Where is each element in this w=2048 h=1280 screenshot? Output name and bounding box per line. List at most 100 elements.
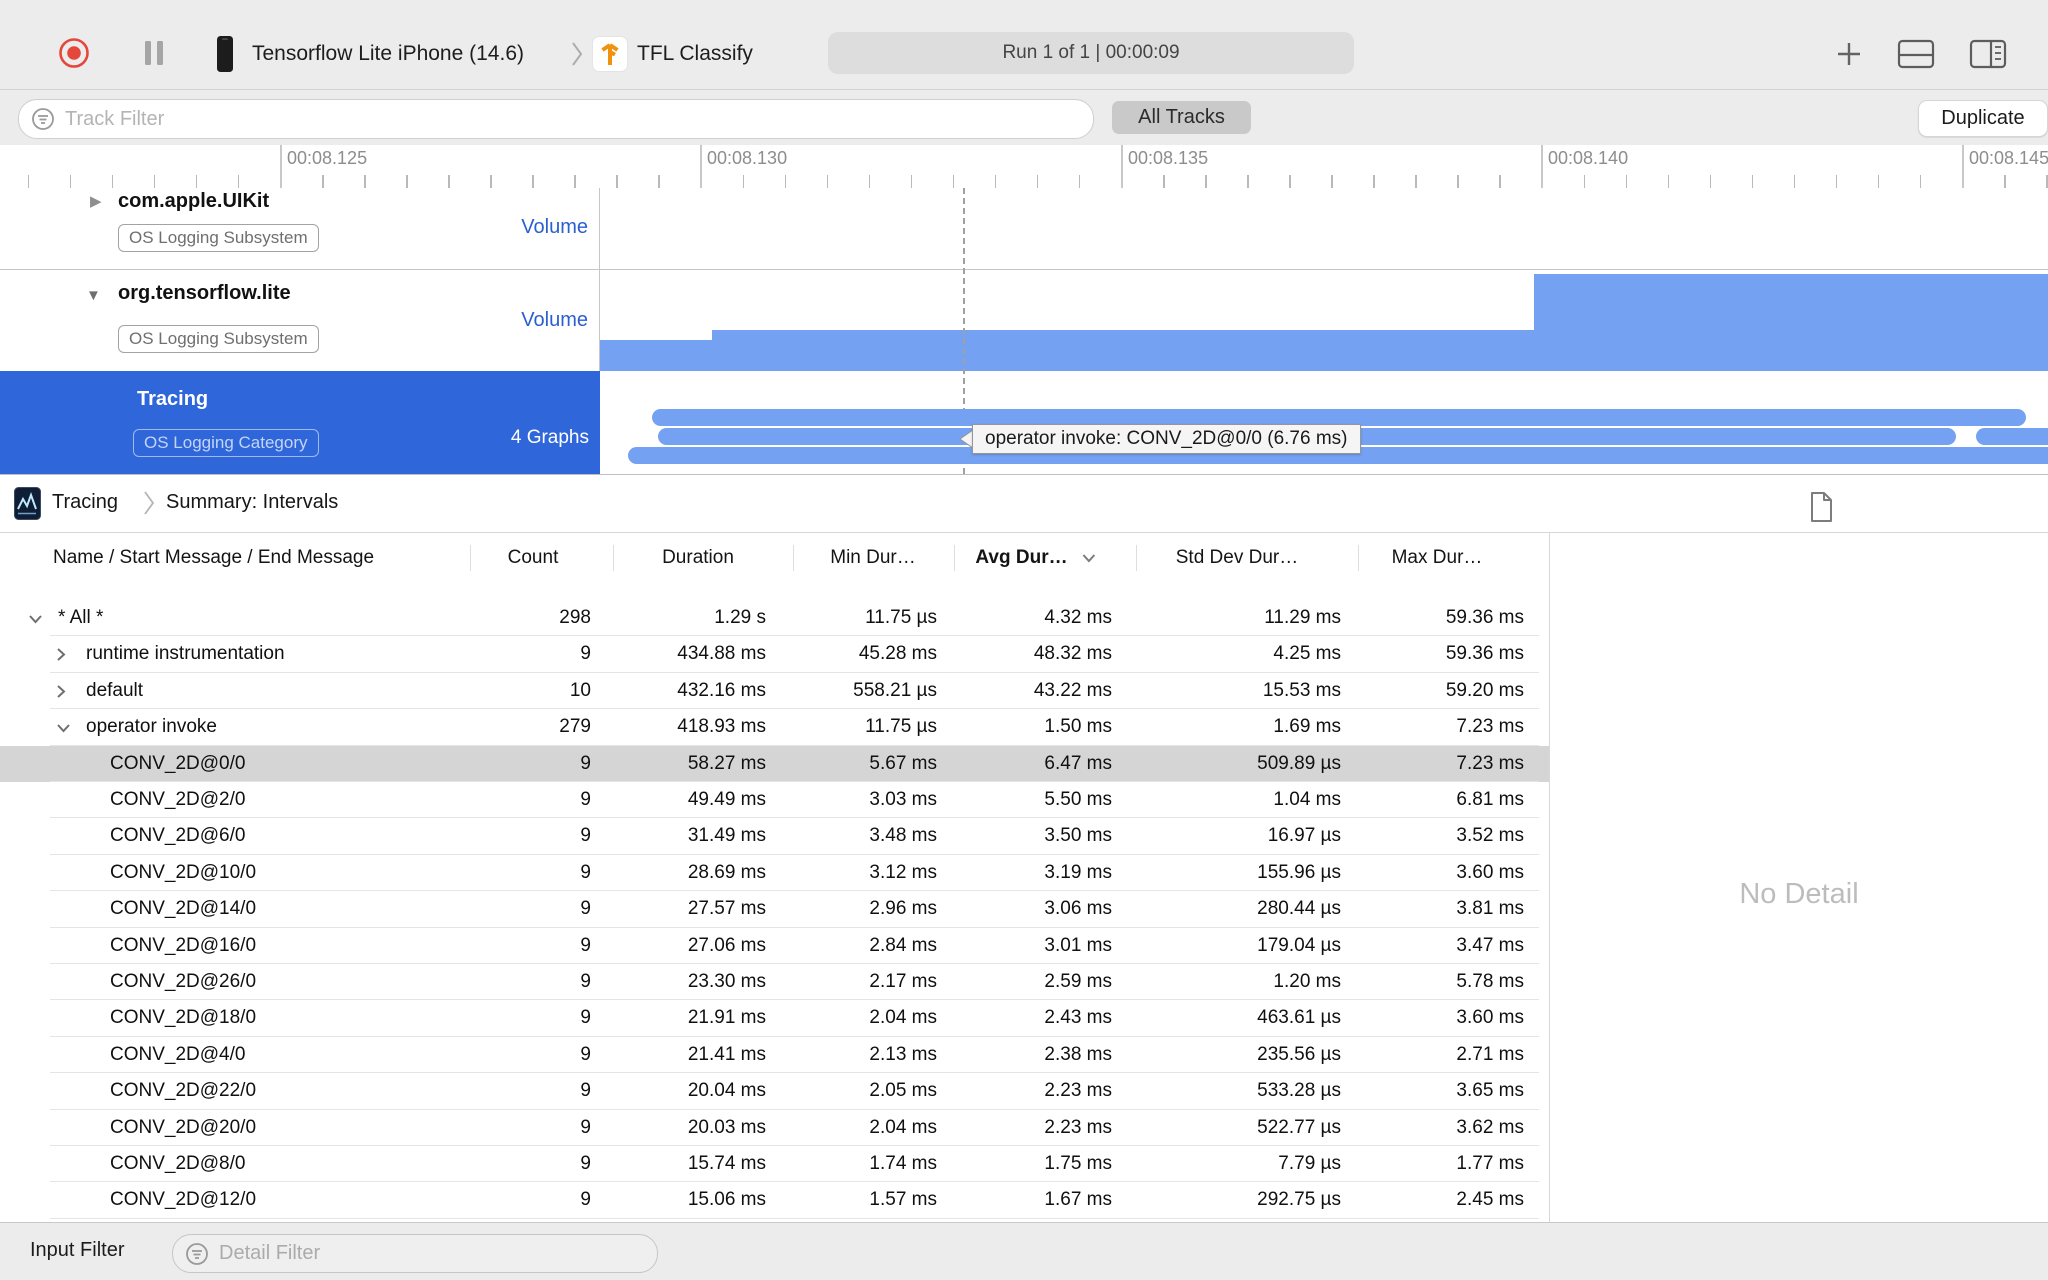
column-divider[interactable] <box>793 545 794 571</box>
cell-value: 6.47 ms <box>1044 752 1112 774</box>
column-header-avg-dur-[interactable]: Avg Dur… <box>975 533 1096 582</box>
table-row-conv2d80[interactable]: CONV_2D@8/0 9 15.74 ms 1.74 ms 1.75 ms 7.79 µ… <box>0 1146 1549 1183</box>
input-filter-label: Input Filter <box>30 1239 125 1261</box>
breadcrumb-page[interactable]: Summary: Intervals <box>166 491 338 514</box>
ruler-minor-tick <box>742 175 745 188</box>
column-header-max-dur-[interactable]: Max Dur… <box>1392 533 1483 582</box>
target-name: TFL Classify <box>637 42 753 65</box>
column-header-std-dev-dur-[interactable]: Std Dev Dur… <box>1176 533 1298 582</box>
cell-value: 10 <box>569 679 591 701</box>
cell-value: 2.23 ms <box>1044 1116 1112 1138</box>
volume-bar-segment <box>600 340 712 371</box>
record-button[interactable] <box>57 36 91 70</box>
table-row-conv2d260[interactable]: CONV_2D@26/0 9 23.30 ms 2.17 ms 2.59 ms 1.20 … <box>0 964 1549 1001</box>
table-row-conv2d140[interactable]: CONV_2D@14/0 9 27.57 ms 2.96 ms 3.06 ms 280.4… <box>0 891 1549 928</box>
track-tracing[interactable]: Tracing OS Logging Category 4 Graphs <box>0 371 2048 474</box>
track-com-apple-uikit[interactable]: ▶ com.apple.UIKit OS Logging Subsystem V… <box>0 188 2048 270</box>
table-row-conv2d100[interactable]: CONV_2D@10/0 9 28.69 ms 3.12 ms 3.19 ms 155.9… <box>0 855 1549 892</box>
row-disclosure-expanded-icon[interactable] <box>56 723 71 733</box>
track-graph-uikit[interactable] <box>600 188 2048 269</box>
ruler-minor-tick <box>1078 175 1081 188</box>
row-disclosure-collapsed-icon[interactable] <box>56 647 66 662</box>
cell-value: 2.04 ms <box>869 1116 937 1138</box>
all-tracks-button[interactable]: All Tracks <box>1112 101 1251 134</box>
toggle-bottom-pane-button[interactable] <box>1896 38 1936 70</box>
volume-bar-segment <box>712 330 1534 371</box>
table-row-runtimeinstrumentation[interactable]: runtime instrumentation 9 434.88 ms 45.28 m… <box>0 636 1549 673</box>
device-target-selector[interactable]: Tensorflow Lite iPhone (14.6) <box>252 42 524 66</box>
run-status-display: Run 1 of 1 | 00:00:09 <box>828 32 1354 74</box>
cell-value: 1.50 ms <box>1044 716 1112 738</box>
table-row-conv2d200[interactable]: CONV_2D@20/0 9 20.03 ms 2.04 ms 2.23 ms 522.7… <box>0 1110 1549 1146</box>
table-row-default[interactable]: default 10 432.16 ms 558.21 µs 43.22 ms 15.53… <box>0 673 1549 710</box>
track-kind-label: Volume <box>521 216 588 238</box>
timeline-ruler[interactable]: 00:08.125 00:08.130 00:08.135 00:08.140 00:0… <box>0 145 2048 189</box>
cell-value: 23.30 ms <box>687 971 766 992</box>
cell-value: 3.03 ms <box>869 789 937 810</box>
cell-name: CONV_2D@18/0 <box>110 1007 257 1029</box>
table-row-conv2d20[interactable]: CONV_2D@2/0 9 49.49 ms 3.03 ms 5.50 ms 1.04 m… <box>0 782 1549 819</box>
column-divider[interactable] <box>954 545 955 571</box>
cell-value: 43.22 ms <box>1033 679 1112 701</box>
summary-table: * All * 298 1.29 s 11.75 µs 4.32 ms 11.29 ms 5… <box>0 582 1549 1222</box>
column-divider[interactable] <box>470 545 471 571</box>
ruler-minor-tick <box>237 175 240 188</box>
table-row-all[interactable]: * All * 298 1.29 s 11.75 µs 4.32 ms 11.29 ms 5… <box>0 600 1549 637</box>
add-instrument-button[interactable] <box>1832 37 1866 71</box>
cell-value: 2.43 ms <box>1044 1007 1112 1029</box>
column-divider[interactable] <box>1358 545 1359 571</box>
cell-value: 59.20 ms <box>1445 679 1524 701</box>
table-row-operatorinvoke[interactable]: operator invoke 279 418.93 ms 11.75 µs 1.50 … <box>0 709 1549 746</box>
toggle-right-pane-button[interactable] <box>1968 38 2008 70</box>
cell-value: 1.20 ms <box>1273 971 1341 992</box>
column-header-name[interactable]: Name / Start Message / End Message <box>53 533 374 582</box>
ruler-minor-tick <box>2004 175 2006 188</box>
breadcrumb-instrument[interactable]: Tracing <box>52 491 118 514</box>
track-header-uikit[interactable]: ▶ com.apple.UIKit OS Logging Subsystem V… <box>0 188 600 269</box>
table-row-conv2d40[interactable]: CONV_2D@4/0 9 21.41 ms 2.13 ms 2.38 ms 235.56… <box>0 1037 1549 1074</box>
table-row-conv2d120[interactable]: CONV_2D@12/0 9 15.06 ms 1.57 ms 1.67 ms 292.7… <box>0 1182 1549 1219</box>
track-filter-field[interactable] <box>18 99 1094 139</box>
breadcrumb-separator-icon <box>143 488 155 518</box>
cell-name: CONV_2D@12/0 <box>110 1189 257 1211</box>
track-filter-input[interactable] <box>63 106 1093 132</box>
detail-filter-field[interactable] <box>172 1234 658 1273</box>
column-header-duration[interactable]: Duration <box>662 533 734 582</box>
track-graph-tracing-intervals[interactable] <box>600 371 2048 474</box>
duplicate-button[interactable]: Duplicate <box>1918 100 2048 137</box>
track-header-tensorflow[interactable]: ▼ org.tensorflow.lite OS Logging Subsyst… <box>0 269 600 371</box>
cell-name: CONV_2D@2/0 <box>110 789 246 810</box>
table-row-conv2d180[interactable]: CONV_2D@18/0 9 21.91 ms 2.04 ms 2.43 ms 463.6… <box>0 1000 1549 1037</box>
cell-name: CONV_2D@16/0 <box>110 934 257 956</box>
disclosure-expanded-icon[interactable]: ▼ <box>86 287 101 304</box>
track-graph-tensorflow-volume[interactable] <box>600 269 2048 371</box>
cell-value: 6.81 ms <box>1456 789 1524 810</box>
column-header-min-dur-[interactable]: Min Dur… <box>830 533 916 582</box>
table-row-conv2d60[interactable]: CONV_2D@6/0 9 31.49 ms 3.48 ms 3.50 ms 16.97 … <box>0 818 1549 855</box>
target-process[interactable]: TFL Classify <box>637 42 753 66</box>
ruler-minor-tick <box>111 175 114 188</box>
column-divider[interactable] <box>613 545 614 571</box>
detail-filter-input[interactable] <box>217 1241 657 1266</box>
ruler-minor-tick <box>322 175 324 188</box>
ruler-minor-tick <box>784 175 787 188</box>
pause-button[interactable] <box>140 38 168 68</box>
pause-icon <box>145 41 163 65</box>
ruler-minor-tick <box>532 175 534 188</box>
table-row-conv2d160[interactable]: CONV_2D@16/0 9 27.06 ms 2.84 ms 3.01 ms 179.0… <box>0 928 1549 964</box>
track-org-tensorflow-lite[interactable]: ▼ org.tensorflow.lite OS Logging Subsyst… <box>0 269 2048 372</box>
ruler-tick-label: 00:08.145 <box>1969 148 2048 168</box>
track-header-tracing[interactable]: Tracing OS Logging Category 4 Graphs <box>0 371 600 474</box>
cell-value: 280.44 µs <box>1257 898 1341 920</box>
row-disclosure-collapsed-icon[interactable] <box>56 684 66 699</box>
ruler-major-tick <box>700 145 702 188</box>
cell-value: 463.61 µs <box>1257 1007 1341 1029</box>
disclosure-collapsed-icon[interactable]: ▶ <box>90 192 102 210</box>
row-disclosure-expanded-icon[interactable] <box>28 614 43 624</box>
column-header-count[interactable]: Count <box>508 533 559 582</box>
table-row-conv2d220[interactable]: CONV_2D@22/0 9 20.04 ms 2.05 ms 2.23 ms 533.2… <box>0 1073 1549 1110</box>
table-row-conv2d00[interactable]: CONV_2D@0/0 9 58.27 ms 5.67 ms 6.47 ms 509.89… <box>0 745 1549 782</box>
ruler-minor-tick <box>153 175 156 188</box>
column-divider[interactable] <box>1136 545 1137 571</box>
document-icon[interactable] <box>1808 491 1834 523</box>
